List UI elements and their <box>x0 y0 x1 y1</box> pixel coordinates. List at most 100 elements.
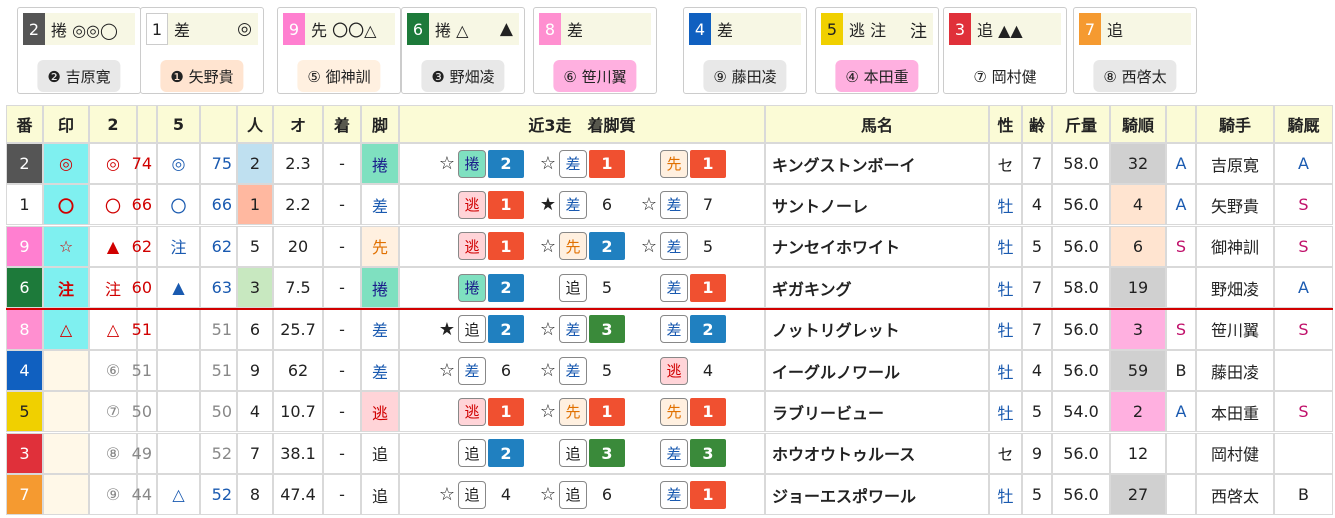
past-race-style: 差 <box>660 439 688 468</box>
past-race-position: 1 <box>488 397 524 426</box>
mark-2: ⑦ <box>89 391 137 433</box>
horse-name[interactable]: ラブリービュー <box>765 391 989 433</box>
past-race-style: 逃 <box>458 190 486 219</box>
prediction-card[interactable]: 6 捲 △ ▲ ❸ 野畑凌 <box>401 7 525 94</box>
jockey[interactable]: 吉原寛 <box>1196 143 1274 184</box>
frame-number: 6 <box>6 267 43 309</box>
horse-name[interactable]: ナンセイホワイト <box>765 225 989 267</box>
horse-name[interactable]: ホウオウトゥルース <box>765 432 989 474</box>
past-race-position: 1 <box>690 273 726 302</box>
past-race-position: 2 <box>690 315 726 344</box>
prediction-card[interactable]: 5 逃 注 注 ④ 本田重 <box>815 7 939 94</box>
past-race: 逃1 <box>436 397 524 426</box>
past-race-position: 6 <box>601 485 613 505</box>
jockey[interactable]: 矢野貴 <box>1196 184 1274 226</box>
weight: 54.0 <box>1052 391 1110 433</box>
past-race-star: ★ <box>438 318 456 340</box>
card-jockey: ❸ 野畑凌 <box>421 60 505 92</box>
score-5: 62 <box>200 225 237 267</box>
column-header: 騎順 <box>1110 105 1166 143</box>
odds: 25.7 <box>273 308 323 350</box>
frame-number: 9 <box>6 225 43 267</box>
past-race: 先1 <box>638 149 726 178</box>
card-marks: 追 ▲▲ <box>977 21 1023 40</box>
past-race-style: 捲 <box>458 149 486 178</box>
finish: - <box>323 474 361 516</box>
past-races: ★ 追 2 ☆ 差 3 差 2 <box>399 308 765 350</box>
card-header: 5 逃 注 注 <box>821 13 933 45</box>
popularity: 8 <box>237 474 273 516</box>
prediction-card[interactable]: 7追 ⑧ 西啓太 <box>1073 7 1197 94</box>
jockey[interactable]: 野畑凌 <box>1196 267 1274 309</box>
card-marks: 差 <box>174 21 191 40</box>
stable-grade: A <box>1274 143 1333 184</box>
mark-5: △ <box>157 474 200 516</box>
column-header <box>1166 105 1196 143</box>
score-2: 66 <box>132 184 157 226</box>
weight: 56.0 <box>1052 308 1110 350</box>
divider-line <box>6 307 1333 310</box>
prediction-card[interactable]: 4差 ⑨ 藤田凌 <box>683 7 807 94</box>
mark-2: ◎ <box>89 143 137 184</box>
jockey[interactable]: 笹川翼 <box>1196 308 1274 350</box>
past-race-style: 捲 <box>458 273 486 302</box>
jockey[interactable]: 本田重 <box>1196 391 1274 433</box>
past-race-style: 先 <box>559 232 587 261</box>
card-marks: 差 <box>717 21 734 40</box>
sex: 牡 <box>989 350 1022 391</box>
column-header: 性 <box>989 105 1022 143</box>
prediction-mark <box>43 432 89 474</box>
age: 4 <box>1022 184 1052 226</box>
past-race: ☆ 差 5 <box>537 356 625 385</box>
card-jockey: ⑨ 藤田凌 <box>703 60 787 92</box>
past-race: 差1 <box>638 480 726 509</box>
frame-number: 5 <box>6 391 43 433</box>
card-jockey: ⑦ 岡村健 <box>963 60 1047 92</box>
jockey-rank-order: 12 <box>1110 432 1166 474</box>
past-race: ★ 追 2 <box>436 315 524 344</box>
horse-name[interactable]: サントノーレ <box>765 184 989 226</box>
past-race-position: 7 <box>702 195 714 215</box>
prediction-mark: ☆ <box>43 225 89 267</box>
past-race-style: 先 <box>660 149 688 178</box>
horse-name[interactable]: ギガキング <box>765 267 989 309</box>
horse-name[interactable]: イーグルノワール <box>765 350 989 391</box>
prediction-card[interactable]: 8差 ⑥ 笹川翼 <box>533 7 657 94</box>
card-jockey: ⑤ 御神訓 <box>297 60 381 92</box>
stable-grade: S <box>1274 184 1333 226</box>
mark-5 <box>157 391 200 433</box>
column-header: 近3走 着脚質 <box>399 105 765 143</box>
sex: 牡 <box>989 267 1022 309</box>
past-race: ☆ 追 6 <box>537 480 625 509</box>
mark-5 <box>157 350 200 391</box>
horse-name[interactable]: キングストンボーイ <box>765 143 989 184</box>
weight: 56.0 <box>1052 474 1110 516</box>
horse-name[interactable]: ノットリグレット <box>765 308 989 350</box>
popularity: 5 <box>237 225 273 267</box>
score-5: 52 <box>200 474 237 516</box>
past-race-style: 先 <box>660 397 688 426</box>
card-header: 6 捲 △ ▲ <box>407 13 519 45</box>
horse-name[interactable]: ジョーエスポワール <box>765 474 989 516</box>
jockey[interactable]: 岡村健 <box>1196 432 1274 474</box>
card-header: 7追 <box>1079 13 1191 45</box>
mark-2: 〇 <box>89 184 137 226</box>
odds: 47.4 <box>273 474 323 516</box>
prediction-card[interactable]: 3 追 ▲▲ ⑦ 岡村健 <box>943 7 1067 94</box>
prediction-card[interactable]: 1 差 ◎ ❶ 矢野貴 <box>140 7 264 94</box>
jockey[interactable]: 藤田凌 <box>1196 350 1274 391</box>
prediction-mark: 注 <box>43 267 89 309</box>
weight: 58.0 <box>1052 143 1110 184</box>
mark-5: ▲ <box>157 267 200 309</box>
sex: セ <box>989 432 1022 474</box>
jockey[interactable]: 西啓太 <box>1196 474 1274 516</box>
score-2: 51 <box>132 308 157 350</box>
prediction-card[interactable]: 9 先 〇〇△ ⑤ 御神訓 <box>277 7 401 94</box>
prediction-card[interactable]: 2 捲 ◎◎◯ ❷ 吉原寛 <box>17 7 141 94</box>
card-marks: 逃 注 <box>849 21 887 40</box>
mark-2: ⑥ <box>89 350 137 391</box>
past-race-style: 差 <box>559 315 587 344</box>
past-race-position: 2 <box>589 232 625 261</box>
jockey[interactable]: 御神訓 <box>1196 225 1274 267</box>
column-header: 着 <box>323 105 361 143</box>
